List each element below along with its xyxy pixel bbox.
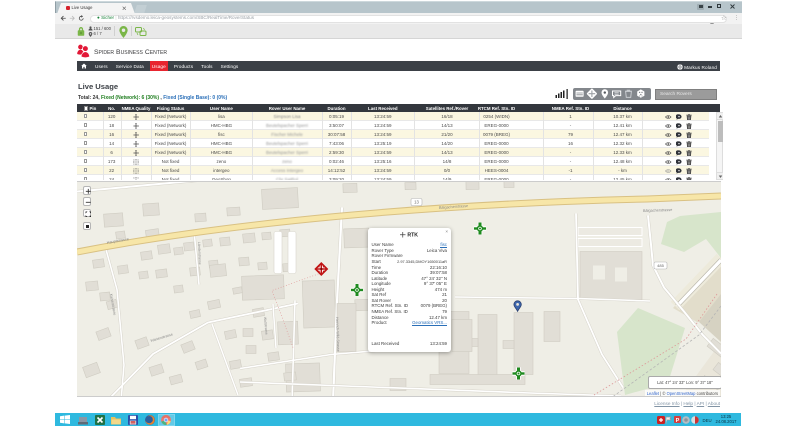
svg-text:485: 485: [657, 263, 664, 268]
svg-text:Länderstrasse: Länderstrasse: [197, 241, 202, 264]
svg-text:13: 13: [414, 199, 419, 204]
svg-text:P: P: [676, 418, 680, 424]
